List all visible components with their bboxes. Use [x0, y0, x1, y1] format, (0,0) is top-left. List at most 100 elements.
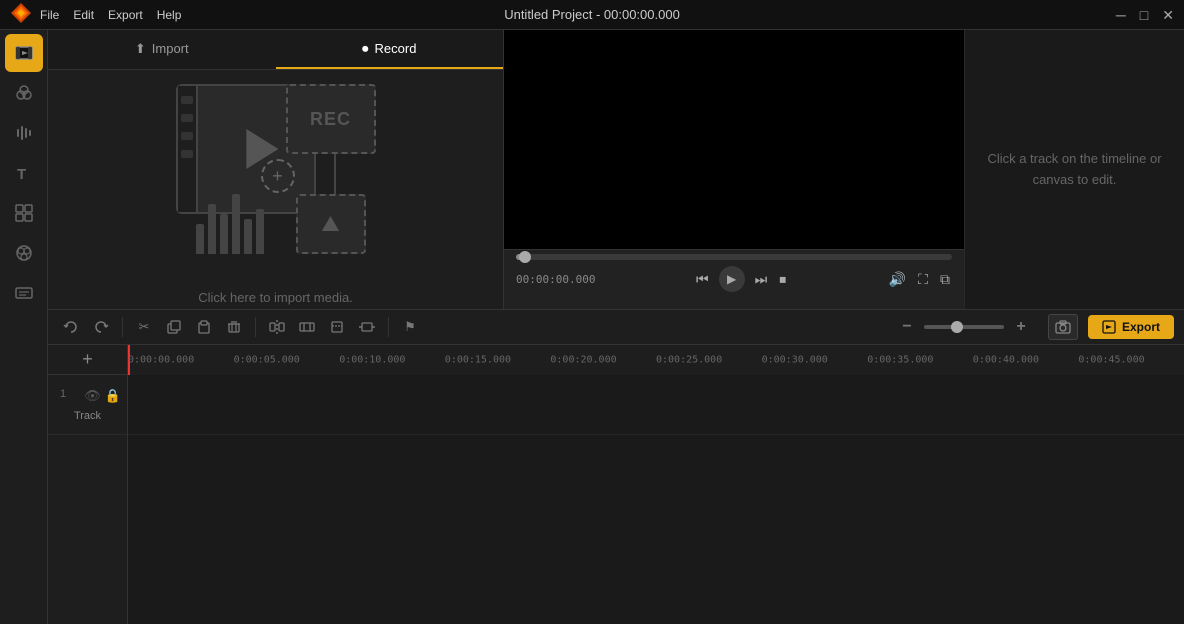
copy-button[interactable]	[161, 314, 187, 340]
bookmark-button[interactable]: ⚑	[397, 314, 423, 340]
track-content	[128, 375, 1184, 624]
add-track-button[interactable]: +	[48, 345, 128, 375]
track-labels: 1 👁 🔒 Track	[48, 375, 128, 624]
close-button[interactable]: ✕	[1162, 8, 1174, 22]
import-icon: ⬆	[135, 41, 146, 57]
time-marker: 0:00:20.000	[550, 354, 616, 365]
sidebar-item-effects[interactable]	[5, 234, 43, 272]
audio-bars-icon	[196, 194, 264, 254]
track-lock-button[interactable]: 🔒	[105, 388, 121, 404]
preview-panel: 00:00:00.000 ⏮ ▶ ⏭ ⏹ 🔊 ⛶ ⧉	[504, 30, 964, 309]
zoom-slider[interactable]	[924, 325, 1004, 329]
time-marker: 0:00:10.000	[339, 354, 405, 365]
progress-handle[interactable]	[519, 251, 531, 263]
skip-back-button[interactable]: ⏮	[694, 269, 711, 290]
toolbar-separator-2	[255, 317, 256, 337]
time-ruler: 0:00:00.000 0:00:05.000 0:00:10.000 0:00:15…	[128, 345, 1184, 375]
toolbar-separator-1	[122, 317, 123, 337]
time-marker: 0:00:35.000	[867, 354, 933, 365]
menu-export[interactable]: Export	[108, 8, 143, 22]
add-media-icon: +	[261, 159, 295, 193]
zoom-out-button[interactable]: −	[894, 314, 920, 340]
export-button[interactable]: Export	[1088, 315, 1174, 339]
titlebar: File Edit Export Help Untitled Project -…	[0, 0, 1184, 30]
zoom-in-button[interactable]: +	[1008, 314, 1034, 340]
toolbar-separator-3	[388, 317, 389, 337]
hint-text: Click a track on the timeline or canvas …	[985, 149, 1164, 191]
content-area: ⬆ Import ⏺ Record	[48, 30, 1184, 624]
svg-text:T: T	[17, 166, 26, 183]
time-marker: 0:00:00.000	[128, 354, 194, 365]
time-marker: 0:00:15.000	[445, 354, 511, 365]
sidebar-item-media[interactable]	[5, 34, 43, 72]
import-area[interactable]: REC +	[48, 70, 503, 309]
fullscreen-button[interactable]: ⛶	[916, 269, 930, 290]
volume-button[interactable]: 🔊	[887, 269, 908, 290]
record-label: Record	[375, 41, 417, 56]
zoom-control: − +	[894, 314, 1034, 340]
redo-button[interactable]	[88, 314, 114, 340]
left-panel: ⬆ Import ⏺ Record	[48, 30, 504, 309]
tab-record[interactable]: ⏺ Record	[276, 30, 504, 69]
panel-tabs: ⬆ Import ⏺ Record	[48, 30, 503, 70]
main-layout: T	[0, 30, 1184, 624]
maximize-button[interactable]: □	[1140, 8, 1148, 22]
import-hint-text: Click here to import media.	[198, 290, 353, 305]
timeline-area: + 0:00:00.0000:00:05.0000:00:10.0000:00:…	[48, 345, 1184, 624]
video-canvas[interactable]	[504, 30, 964, 249]
record-icon: ⏺	[362, 41, 369, 57]
minimize-button[interactable]: ─	[1116, 8, 1126, 22]
undo-button[interactable]	[58, 314, 84, 340]
time-marker: 0:00:45.000	[1078, 354, 1144, 365]
track-visibility-button[interactable]: 👁	[84, 388, 101, 404]
crop-button[interactable]	[324, 314, 350, 340]
progress-bar[interactable]	[516, 254, 952, 260]
delete-button[interactable]	[221, 314, 247, 340]
menu-edit[interactable]: Edit	[73, 8, 94, 22]
stop-button[interactable]: ⏹	[777, 269, 788, 290]
track-row-1	[128, 375, 1184, 435]
time-marker: 0:00:40.000	[973, 354, 1039, 365]
track-name-1: Track	[74, 410, 101, 422]
paste-button[interactable]	[191, 314, 217, 340]
toolbar: ✂ ⚑	[48, 309, 1184, 345]
menu-help[interactable]: Help	[157, 8, 182, 22]
track-icons: 👁 🔒	[84, 388, 121, 404]
timeline-tracks: 1 👁 🔒 Track	[48, 375, 1184, 624]
track-label-1: 1 👁 🔒 Track	[48, 375, 127, 435]
sidebar-item-subtitles[interactable]	[5, 274, 43, 312]
time-marker: 0:00:30.000	[762, 354, 828, 365]
window-title: Untitled Project - 00:00:00.000	[504, 7, 680, 22]
rec-box: REC	[286, 84, 376, 154]
menu-bar: File Edit Export Help	[40, 8, 181, 22]
trim-button[interactable]	[294, 314, 320, 340]
split-button[interactable]	[264, 314, 290, 340]
time-marker: 0:00:25.000	[656, 354, 722, 365]
sidebar-item-templates[interactable]	[5, 194, 43, 232]
preview-right-controls: 🔊 ⛶ ⧉	[887, 269, 952, 290]
sidebar-item-layers[interactable]	[5, 74, 43, 112]
playback-controls-row: 00:00:00.000 ⏮ ▶ ⏭ ⏹ 🔊 ⛶ ⧉	[516, 266, 952, 292]
menu-file[interactable]: File	[40, 8, 59, 22]
hint-panel: Click a track on the timeline or canvas …	[964, 30, 1184, 309]
cut-button[interactable]: ✂	[131, 314, 157, 340]
extend-button[interactable]	[354, 314, 380, 340]
sidebar-item-text[interactable]: T	[5, 154, 43, 192]
window-controls: ─ □ ✕	[1116, 8, 1174, 22]
tab-import[interactable]: ⬆ Import	[48, 30, 276, 69]
app-logo	[10, 2, 32, 27]
sidebar: T	[0, 30, 48, 624]
timeline-header: + 0:00:00.0000:00:05.0000:00:10.0000:00:…	[48, 345, 1184, 375]
snapshot-button[interactable]	[1048, 314, 1078, 340]
import-label: Import	[152, 41, 189, 56]
play-button[interactable]: ▶	[719, 266, 745, 292]
image-placeholder-icon	[296, 194, 366, 254]
export-label: Export	[1122, 320, 1160, 334]
time-marker: 0:00:05.000	[234, 354, 300, 365]
sidebar-item-audio[interactable]	[5, 114, 43, 152]
track-number-1: 1	[54, 388, 66, 400]
skip-forward-button[interactable]: ⏭	[753, 269, 770, 290]
pip-button[interactable]: ⧉	[938, 269, 952, 290]
time-display: 00:00:00.000	[516, 273, 595, 286]
playback-buttons: ⏮ ▶ ⏭ ⏹	[694, 266, 788, 292]
